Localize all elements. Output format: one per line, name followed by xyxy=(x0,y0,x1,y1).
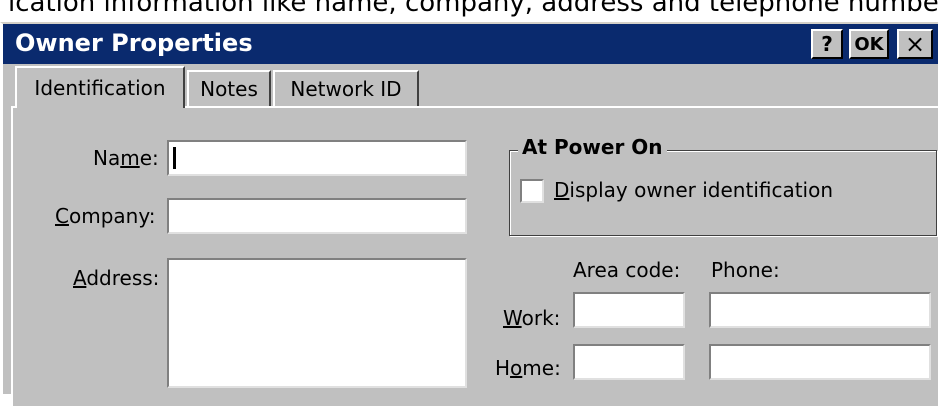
home-label-part: me: xyxy=(522,356,561,380)
name-label-mnemonic: m xyxy=(120,146,140,170)
address-label-mnemonic: A xyxy=(73,266,87,290)
work-label-mnemonic: W xyxy=(503,306,522,330)
home-phone-field[interactable] xyxy=(709,344,931,380)
close-button[interactable]: × xyxy=(897,29,933,59)
background-text-strip: ication information like name, company, … xyxy=(0,0,938,22)
home-label-mnemonic: o xyxy=(510,356,523,380)
tab-network-id[interactable]: Network ID xyxy=(273,70,419,106)
work-label-part: ork: xyxy=(521,306,561,330)
window-title: Owner Properties xyxy=(15,29,253,57)
work-phone-field[interactable] xyxy=(709,292,931,328)
owner-properties-dialog: Owner Properties ? OK × Identification N… xyxy=(0,22,938,406)
checkbox-label-part: isplay owner identification xyxy=(569,178,834,202)
work-area-code-field[interactable] xyxy=(573,292,685,328)
company-label: Company: xyxy=(55,204,155,228)
title-bar[interactable]: Owner Properties ? OK × xyxy=(3,24,938,64)
name-label: Name: xyxy=(93,146,159,170)
home-label-part: H xyxy=(495,356,511,380)
company-label-part: ompany: xyxy=(68,204,156,228)
name-field[interactable] xyxy=(167,140,467,176)
name-label-part: Na xyxy=(93,146,121,170)
help-button[interactable]: ? xyxy=(811,29,843,59)
checkbox-label-mnemonic: D xyxy=(554,178,570,202)
area-code-header: Area code: xyxy=(573,258,681,282)
text-caret xyxy=(173,147,176,169)
company-label-mnemonic: C xyxy=(55,204,69,228)
at-power-on-group: At Power On Display owner identification xyxy=(509,135,937,236)
address-label-part: ddress: xyxy=(86,266,160,290)
group-title: At Power On xyxy=(518,135,667,159)
work-label: Work: xyxy=(503,306,560,330)
home-label: Home: xyxy=(495,356,561,380)
identification-panel: Name: Company: Address: At Power On Disp… xyxy=(11,106,938,406)
phone-header: Phone: xyxy=(711,258,780,282)
company-field[interactable] xyxy=(167,198,467,234)
tab-identification[interactable]: Identification xyxy=(15,66,185,108)
name-label-part: e: xyxy=(139,146,159,170)
display-owner-id-checkbox[interactable] xyxy=(520,179,544,203)
background-text: ication information like name, company, … xyxy=(8,0,938,18)
address-field[interactable] xyxy=(167,258,467,388)
address-label: Address: xyxy=(73,266,159,290)
home-area-code-field[interactable] xyxy=(573,344,685,380)
ok-button[interactable]: OK xyxy=(849,29,889,59)
tab-notes[interactable]: Notes xyxy=(187,70,271,106)
display-owner-id-label[interactable]: Display owner identification xyxy=(554,178,833,202)
